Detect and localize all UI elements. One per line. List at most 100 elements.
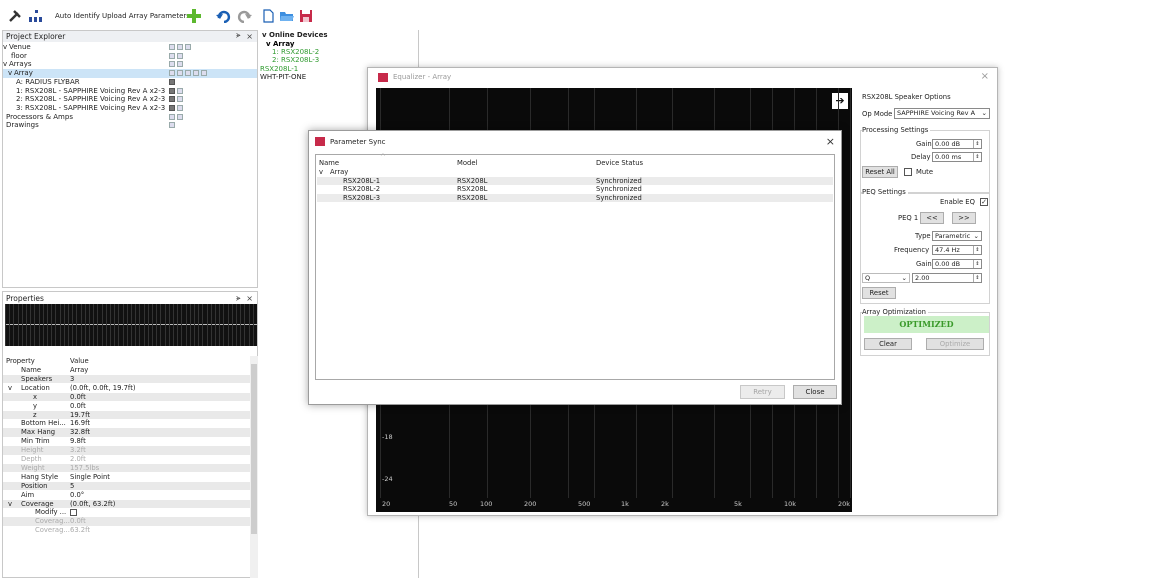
- property-value[interactable]: Array: [70, 366, 88, 375]
- frequency-input[interactable]: 47.4 Hz ⇕: [932, 245, 982, 255]
- open-folder-icon[interactable]: [278, 8, 296, 24]
- delay-input[interactable]: 0.00 ms ⇕: [932, 152, 982, 162]
- property-row[interactable]: v Coverage (0.0ft, 63.2ft): [3, 499, 251, 509]
- undo-icon[interactable]: [216, 8, 232, 24]
- optimize-button[interactable]: Optimize: [926, 338, 984, 350]
- property-row[interactable]: Max Hang 32.8ft: [3, 428, 251, 437]
- property-row[interactable]: Aim 0.0°: [3, 491, 251, 500]
- property-row[interactable]: Weight 157.5lbs: [3, 463, 251, 473]
- retry-button[interactable]: Retry: [740, 385, 785, 399]
- expand-icon[interactable]: v: [8, 384, 12, 393]
- property-row[interactable]: Min Trim 9.8ft: [3, 437, 251, 446]
- previous-peq-button[interactable]: <<: [920, 212, 944, 224]
- pin-icon[interactable]: ᗘ: [236, 31, 241, 42]
- new-file-icon[interactable]: [260, 8, 276, 24]
- property-value[interactable]: 9.8ft: [70, 437, 86, 446]
- online-device-item[interactable]: WHT-PIT-ONE: [260, 73, 306, 81]
- gain-input[interactable]: 0.00 dB ⇕: [932, 139, 982, 149]
- peq-gain-input[interactable]: 0.00 dB ⇕: [932, 259, 982, 269]
- reset-all-button[interactable]: Reset All: [862, 166, 898, 178]
- property-row[interactable]: Speakers 3: [3, 374, 251, 384]
- property-row[interactable]: v Location (0.0ft, 0.0ft, 19.7ft): [3, 384, 251, 393]
- close-icon[interactable]: ×: [981, 71, 989, 82]
- row-action-icons[interactable]: [169, 104, 183, 112]
- property-row[interactable]: Coverag... 0.0ft: [3, 517, 251, 526]
- name-column-header[interactable]: Name: [319, 159, 339, 167]
- close-button[interactable]: Close: [793, 385, 837, 399]
- status-column-header[interactable]: Device Status: [596, 159, 643, 167]
- expand-icon[interactable]: v: [3, 43, 7, 52]
- mute-checkbox[interactable]: [904, 168, 912, 176]
- property-value[interactable]: 0.0°: [70, 491, 84, 500]
- expand-icon[interactable]: v: [8, 69, 12, 78]
- tree-item[interactable]: 2: RSX208L - SAPPHIRE Voicing Rev A x2-3: [3, 95, 257, 104]
- property-row[interactable]: Bottom Hei... 16.9ft: [3, 419, 251, 428]
- add-icon[interactable]: [186, 8, 202, 24]
- property-value[interactable]: (0.0ft, 63.2ft): [70, 500, 115, 509]
- tree-item[interactable]: Drawings: [3, 121, 257, 130]
- property-value[interactable]: (0.0ft, 0.0ft, 19.7ft): [70, 384, 136, 393]
- device-row[interactable]: RSX208L-3 RSX208L Synchronized: [317, 193, 833, 202]
- property-value[interactable]: Single Point: [70, 473, 110, 482]
- modify-checkbox[interactable]: [70, 509, 77, 517]
- row-action-icons[interactable]: [169, 52, 183, 60]
- properties-scrollbar[interactable]: [250, 356, 258, 578]
- property-row[interactable]: Coverag... 63.2ft: [3, 526, 251, 535]
- online-device-item[interactable]: 2: RSX208L-3: [272, 56, 319, 64]
- online-device-item[interactable]: 1: RSX208L-2: [272, 48, 319, 56]
- property-value[interactable]: 0.0ft: [70, 393, 86, 402]
- row-action-icons[interactable]: [169, 122, 175, 129]
- expand-icon[interactable]: v: [8, 500, 12, 509]
- auto-identify-button[interactable]: Auto Identify: [55, 12, 100, 20]
- property-row[interactable]: y 0.0ft: [3, 402, 251, 411]
- online-device-item[interactable]: RSX208L-1: [260, 65, 298, 73]
- property-row[interactable]: Modify ...: [3, 508, 251, 517]
- array-tree-icon[interactable]: [28, 8, 44, 24]
- clear-button[interactable]: Clear: [864, 338, 912, 350]
- tree-item[interactable]: 1: RSX208L - SAPPHIRE Voicing Rev A x2-3: [3, 87, 257, 96]
- online-device-item[interactable]: v Array: [266, 40, 294, 48]
- property-row[interactable]: Height 3.2ft: [3, 446, 251, 455]
- expand-icon[interactable]: v: [3, 60, 7, 69]
- save-icon[interactable]: [298, 8, 314, 24]
- property-row[interactable]: Position 5: [3, 481, 251, 491]
- tree-item[interactable]: floor: [3, 52, 257, 61]
- property-value[interactable]: 157.5lbs: [70, 464, 99, 473]
- row-action-icons[interactable]: [169, 113, 183, 121]
- tree-item[interactable]: A: RADIUS FLYBAR: [3, 78, 257, 87]
- property-value[interactable]: 5: [70, 482, 74, 491]
- arrow-right-icon[interactable]: ➔: [832, 93, 848, 109]
- tree-item[interactable]: v Array: [3, 69, 257, 79]
- type-select[interactable]: Parametric ⌄: [932, 231, 982, 241]
- property-value[interactable]: 2.0ft: [70, 455, 86, 464]
- op-mode-select[interactable]: SAPPHIRE Voicing Rev A ⌄: [894, 108, 990, 119]
- redo-icon[interactable]: [236, 8, 252, 24]
- property-value[interactable]: 3: [70, 375, 74, 384]
- property-value[interactable]: 16.9ft: [70, 419, 90, 428]
- q-select[interactable]: Q ⌄: [862, 273, 910, 283]
- device-row[interactable]: RSX208L-1 RSX208L Synchronized: [317, 177, 833, 185]
- row-action-icons[interactable]: [169, 96, 183, 103]
- property-value[interactable]: 0.0ft: [70, 402, 86, 411]
- property-value[interactable]: 63.2ft: [70, 526, 90, 535]
- tree-item[interactable]: v Arrays: [3, 60, 257, 69]
- row-action-icons[interactable]: [169, 87, 183, 95]
- close-icon[interactable]: ×: [826, 135, 835, 148]
- q-input[interactable]: 2.00 ⇕: [912, 273, 982, 283]
- reset-button[interactable]: Reset: [862, 287, 896, 299]
- row-action-icons[interactable]: [169, 61, 183, 68]
- upload-array-parameters-button[interactable]: Upload Array Parameters: [102, 12, 190, 20]
- row-action-icons[interactable]: [169, 70, 207, 77]
- model-column-header[interactable]: Model: [457, 159, 477, 167]
- property-row[interactable]: Name Array: [3, 366, 251, 375]
- device-row[interactable]: RSX208L-2 RSX208L Synchronized: [317, 185, 833, 193]
- property-row[interactable]: Depth 2.0ft: [3, 455, 251, 464]
- row-action-icons[interactable]: [169, 78, 175, 86]
- row-action-icons[interactable]: [169, 44, 191, 51]
- tools-icon[interactable]: [8, 8, 24, 24]
- property-value[interactable]: 3.2ft: [70, 446, 86, 455]
- property-row[interactable]: x 0.0ft: [3, 392, 251, 402]
- tree-item[interactable]: 3: RSX208L - SAPPHIRE Voicing Rev A x2-3: [3, 104, 257, 113]
- tree-item[interactable]: v Venue: [3, 43, 257, 52]
- property-row[interactable]: z 19.7ft: [3, 410, 251, 419]
